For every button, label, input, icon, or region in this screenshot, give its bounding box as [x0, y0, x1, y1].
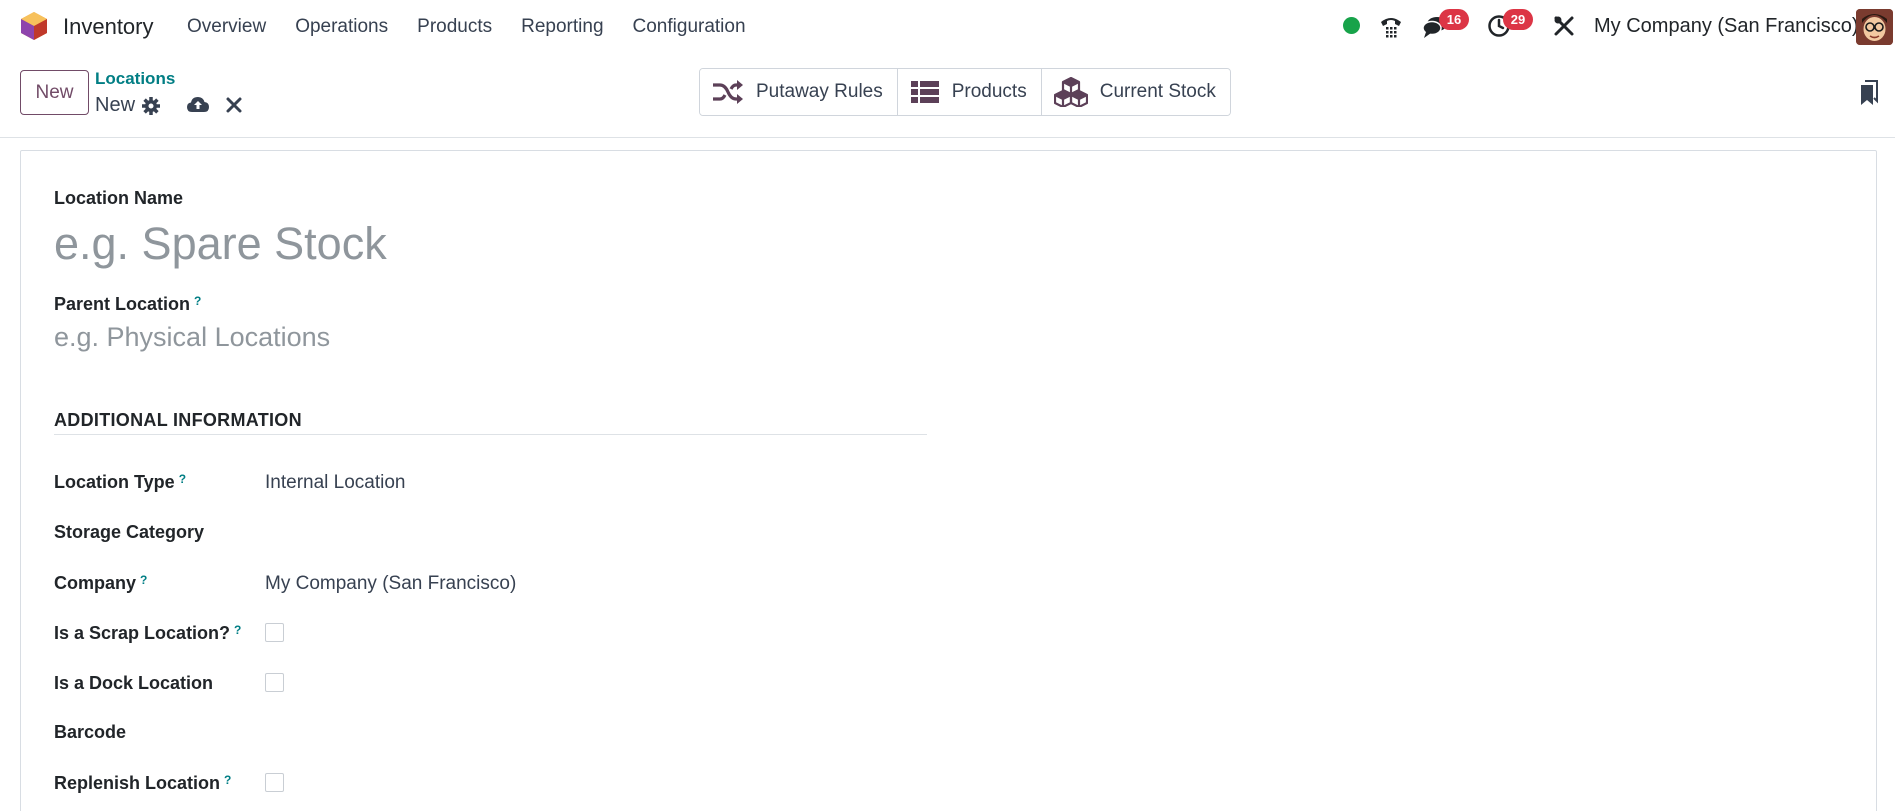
dock-location-checkbox[interactable]: [265, 673, 284, 692]
breadcrumb-locations[interactable]: Locations: [95, 69, 175, 89]
company-switcher[interactable]: My Company (San Francisco): [1594, 15, 1859, 38]
breadcrumb-current: New: [95, 94, 136, 116]
location-name-label: Location Name: [54, 188, 184, 208]
shuffle-icon: [713, 80, 743, 104]
cubes-icon: [1053, 77, 1088, 107]
presence-status-icon[interactable]: [1343, 17, 1360, 34]
scrap-location-label: Is a Scrap Location??: [54, 623, 242, 643]
storage-category-input[interactable]: [265, 520, 865, 546]
parent-location-input[interactable]: e.g. Physical Locations: [54, 322, 924, 353]
storage-category-label: Storage Category: [54, 522, 205, 542]
phone-icon[interactable]: [1378, 13, 1404, 39]
help-tooltip-icon[interactable]: ?: [140, 573, 147, 587]
activities-count-badge: 29: [1503, 9, 1533, 30]
scrap-location-checkbox[interactable]: [265, 623, 284, 642]
smart-buttons: Putaway Rules Products Current Stock: [699, 68, 1231, 116]
barcode-label: Barcode: [54, 722, 127, 742]
current-stock-button[interactable]: Current Stock: [1041, 69, 1230, 115]
products-button[interactable]: Products: [897, 69, 1042, 115]
app-name[interactable]: Inventory: [63, 14, 154, 40]
menu-operations[interactable]: Operations: [295, 16, 388, 38]
menu-overview[interactable]: Overview: [187, 16, 266, 38]
company-label: Company?: [54, 573, 148, 593]
location-type-label: Location Type?: [54, 472, 187, 492]
save-cloud-icon[interactable]: [186, 94, 210, 116]
replenish-location-label: Replenish Location?: [54, 773, 232, 793]
messages-count-badge: 16: [1439, 9, 1469, 30]
gear-icon[interactable]: [140, 95, 162, 117]
help-tooltip-icon[interactable]: ?: [224, 773, 231, 787]
barcode-input[interactable]: [265, 720, 865, 746]
location-name-input[interactable]: e.g. Spare Stock: [54, 218, 954, 270]
putaway-rules-button[interactable]: Putaway Rules: [700, 69, 898, 115]
help-tooltip-icon[interactable]: ?: [179, 472, 186, 486]
company-input[interactable]: My Company (San Francisco): [265, 573, 516, 595]
products-label: Products: [951, 81, 1027, 102]
section-additional-information: ADDITIONAL INFORMATION: [54, 410, 302, 430]
putaway-rules-label: Putaway Rules: [756, 81, 883, 102]
help-tooltip-icon[interactable]: ?: [194, 294, 201, 308]
control-panel: New Locations New Putaway Rules Products…: [0, 54, 1895, 138]
menu-reporting[interactable]: Reporting: [521, 16, 603, 38]
inventory-app-icon[interactable]: [20, 11, 48, 41]
bookmark-icon[interactable]: [1860, 80, 1878, 106]
menu-configuration[interactable]: Configuration: [633, 16, 746, 38]
current-stock-label: Current Stock: [1099, 81, 1216, 102]
replenish-location-checkbox[interactable]: [265, 773, 284, 792]
section-divider: [54, 434, 927, 435]
menu-products[interactable]: Products: [417, 16, 492, 38]
new-button[interactable]: New: [20, 70, 89, 115]
debug-tools-icon[interactable]: [1553, 15, 1575, 37]
dock-location-label: Is a Dock Location: [54, 673, 214, 693]
help-tooltip-icon[interactable]: ?: [234, 623, 241, 637]
main-menu: Overview Operations Products Reporting C…: [187, 16, 775, 38]
location-type-select[interactable]: Internal Location: [265, 472, 406, 494]
parent-location-label: Parent Location?: [54, 294, 202, 314]
top-navbar: Inventory Overview Operations Products R…: [0, 0, 1895, 54]
list-icon: [910, 81, 939, 103]
discard-close-icon[interactable]: [225, 96, 243, 114]
user-avatar[interactable]: [1856, 9, 1893, 45]
